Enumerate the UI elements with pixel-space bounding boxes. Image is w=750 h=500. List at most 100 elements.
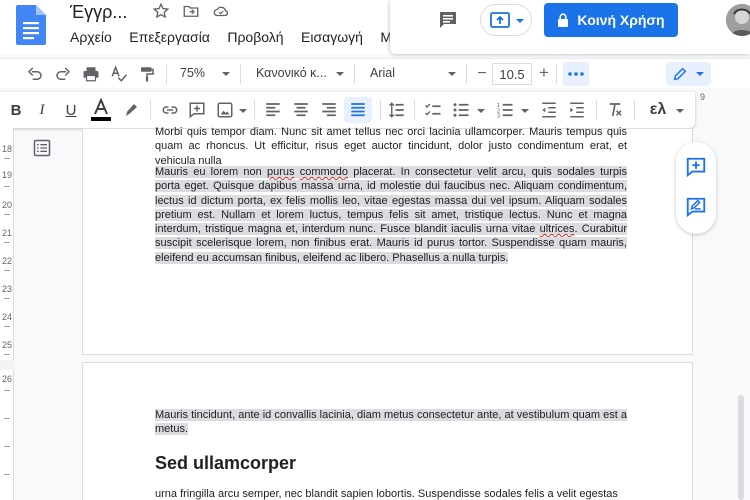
selected-paragraph[interactable]: Mauris eu lorem non purus commodo placer…: [155, 165, 627, 265]
avatar[interactable]: [726, 4, 750, 36]
underline-icon[interactable]: U: [62, 100, 80, 120]
ruler-label: 21: [1, 228, 12, 238]
paragraph[interactable]: urna fringilla arcu semper, nec blandit …: [155, 487, 627, 500]
document-page: Mauris tincidunt, ante id convallis laci…: [82, 362, 693, 500]
ruler-tick: [4, 270, 10, 271]
more-horizontal-icon: [568, 72, 584, 76]
document-title[interactable]: Έγγρ...: [70, 2, 127, 23]
decrease-indent-icon[interactable]: [540, 101, 558, 119]
document-page: Morbi quis tempor diam. Nunc sit amet te…: [82, 125, 693, 355]
add-comment-icon[interactable]: [188, 101, 206, 119]
cloud-status-icon[interactable]: [212, 2, 230, 20]
zoom-caret-icon: [222, 72, 230, 76]
toolbar-divider: [354, 64, 355, 84]
ruler-tick: [4, 418, 10, 419]
text-color-glyph: [91, 98, 111, 121]
present-button[interactable]: [480, 4, 532, 36]
suggest-edits-icon[interactable]: [685, 196, 707, 218]
ruler-label: 20: [1, 200, 12, 210]
align-left-icon[interactable]: [264, 101, 282, 119]
misspelled-word[interactable]: commodo: [299, 166, 349, 178]
checklist-icon[interactable]: [424, 101, 442, 119]
pencil-icon: [673, 67, 687, 81]
vertical-scrollbar[interactable]: [738, 395, 744, 500]
selected-paragraph[interactable]: Mauris tincidunt, ante id convallis laci…: [155, 408, 627, 437]
spellcheck-icon[interactable]: [110, 65, 128, 83]
style-select[interactable]: Κανονικό κ...: [256, 66, 327, 80]
insert-image-icon[interactable]: [216, 101, 234, 119]
misspelled-word[interactable]: ultrices: [539, 223, 575, 236]
menu-edit[interactable]: Επεξεργασία: [129, 29, 210, 45]
add-comment-icon[interactable]: [685, 156, 707, 178]
section-heading[interactable]: Sed ullamcorper: [155, 453, 296, 474]
align-justify-icon: [351, 103, 365, 117]
comment-history-icon[interactable]: [436, 8, 460, 32]
line-spacing-icon[interactable]: [388, 101, 406, 119]
ruler-label: 24: [1, 312, 12, 322]
highlight-icon[interactable]: [122, 101, 140, 119]
docs-logo-icon[interactable]: [16, 5, 46, 45]
ruler-number: 9: [700, 92, 706, 102]
image-caret-icon: [239, 109, 247, 113]
selected-text: [294, 166, 300, 178]
decrease-font-size-button[interactable]: −: [474, 64, 490, 84]
ruler-tick: [4, 446, 10, 447]
avatar-image: [726, 4, 750, 36]
format-toolbar: B I U 1 2 3 ελ: [0, 92, 695, 128]
bullet-caret-icon: [477, 109, 485, 113]
clear-formatting-icon[interactable]: [606, 101, 624, 119]
toolbar-divider: [556, 64, 557, 84]
toolbar-divider: [596, 100, 597, 120]
side-action-panel: [676, 142, 716, 234]
paragraph[interactable]: Morbi quis tempor diam. Nunc sit amet te…: [155, 125, 627, 168]
vertical-ruler: 18 19 20 21 22 23 24 25 26: [0, 128, 14, 500]
star-icon[interactable]: [152, 2, 170, 20]
increase-indent-icon[interactable]: [568, 101, 586, 119]
ruler-tick: [4, 326, 10, 327]
menu-format[interactable]: Μο: [380, 29, 390, 45]
svg-text:3: 3: [497, 114, 500, 120]
more-options-button[interactable]: [563, 62, 589, 86]
numbered-list-icon[interactable]: 1 2 3: [496, 101, 514, 119]
share-button[interactable]: Κοινή Χρήση: [544, 3, 678, 37]
bold-icon[interactable]: B: [8, 100, 24, 120]
ruler-tick: [4, 242, 10, 243]
font-select[interactable]: Arial: [370, 66, 395, 80]
zoom-select[interactable]: 75%: [180, 66, 205, 80]
style-caret-icon: [336, 72, 344, 76]
menu-view[interactable]: Προβολή: [227, 29, 283, 45]
ruler-tick: [4, 354, 10, 355]
ruler-label: 26: [1, 374, 12, 384]
italic-icon[interactable]: I: [34, 100, 50, 120]
paint-format-icon[interactable]: [138, 65, 156, 83]
ruler-tick: [4, 214, 10, 215]
menu-file[interactable]: Αρχείο: [70, 29, 112, 45]
menu-insert[interactable]: Εισαγωγή: [301, 29, 363, 45]
ruler-page-gap: [0, 360, 14, 370]
misspelled-word[interactable]: purus: [266, 166, 295, 178]
share-panel: Κοινή Χρήση: [390, 0, 750, 54]
selected-text: Mauris tincidunt, ante id convallis laci…: [155, 409, 627, 436]
move-folder-icon[interactable]: [182, 2, 200, 20]
redo-icon[interactable]: [54, 65, 72, 83]
input-tools-button[interactable]: ελ: [645, 99, 671, 121]
ruler-tick: [4, 474, 10, 475]
editing-mode-button[interactable]: [666, 62, 711, 86]
increase-font-size-button[interactable]: +: [536, 63, 552, 83]
text-color-icon[interactable]: [88, 97, 114, 123]
justify-button[interactable]: [344, 97, 372, 123]
undo-icon[interactable]: [26, 65, 44, 83]
ruler-tick: [4, 390, 10, 391]
selected-text: Mauris eu lorem non: [155, 166, 267, 178]
font-size-input[interactable]: 10.5: [492, 63, 532, 85]
lock-icon: [558, 13, 569, 27]
link-icon[interactable]: [160, 101, 180, 119]
toolbar-divider: [254, 100, 255, 120]
document-outline-icon[interactable]: [32, 138, 52, 158]
toolbar-divider: [166, 64, 167, 84]
print-icon[interactable]: [82, 65, 100, 83]
align-center-icon[interactable]: [292, 101, 310, 119]
toolbar-divider: [414, 100, 415, 120]
align-right-icon[interactable]: [320, 101, 338, 119]
bulleted-list-icon[interactable]: [452, 101, 470, 119]
